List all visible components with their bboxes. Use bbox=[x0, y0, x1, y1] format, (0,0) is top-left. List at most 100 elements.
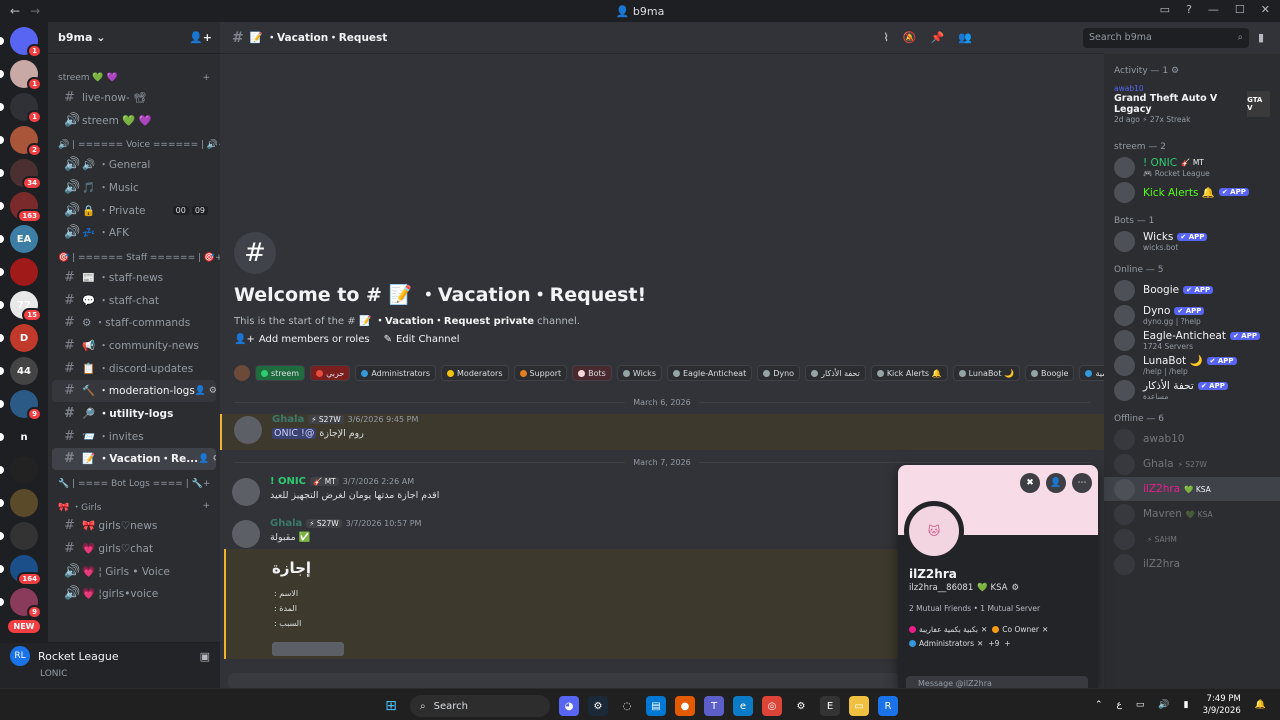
more-options-icon[interactable]: ⋯ bbox=[1072, 473, 1092, 493]
inbox-icon[interactable]: ▭ bbox=[1160, 3, 1170, 16]
threads-icon[interactable]: ⌇ bbox=[884, 31, 889, 44]
channel-item[interactable]: 🔊 🔊 ・General bbox=[52, 153, 216, 176]
role-chip[interactable]: Administrators bbox=[355, 365, 437, 381]
channel-item[interactable]: # 🔎 ・utility-logs bbox=[52, 402, 216, 425]
windows-start-icon[interactable]: ⊞ bbox=[381, 696, 401, 716]
member-item[interactable]: ilZ2hra bbox=[1104, 552, 1280, 576]
role-chip[interactable]: Wicks bbox=[616, 365, 662, 381]
role-chip[interactable]: Boogie bbox=[1024, 365, 1075, 381]
battery-icon[interactable]: ▮ bbox=[1184, 700, 1189, 710]
role-chip[interactable]: Bots bbox=[572, 365, 612, 381]
channel-item[interactable]: # ⚙ ・staff-commands bbox=[52, 312, 216, 335]
channel-item[interactable]: # 🔨 ・moderation-logs 👤 ⚙ bbox=[52, 379, 216, 403]
author-name[interactable]: ! ONIC bbox=[270, 476, 306, 487]
role-chip[interactable]: Dyno bbox=[757, 365, 801, 381]
channel-item[interactable]: 🔊 streem 💚 💜 bbox=[52, 109, 216, 132]
role-chip[interactable]: Kick Alerts 🔔 bbox=[870, 365, 948, 381]
back-arrow-icon[interactable]: ← bbox=[10, 4, 20, 18]
channel-item[interactable]: 🔊 💗 ¦girls•voice bbox=[52, 582, 216, 605]
channel-item[interactable]: # live-now- 📽 bbox=[52, 86, 216, 109]
add-channel-icon[interactable]: + bbox=[202, 501, 210, 511]
user-avatar[interactable] bbox=[234, 416, 262, 444]
channel-category[interactable]: 🔊 | ====== Voice ====== | 🔊+ bbox=[48, 137, 220, 153]
file-explorer-icon[interactable]: ▭ bbox=[849, 696, 869, 716]
member-item[interactable]: ilZ2hra 💚 KSA bbox=[1104, 477, 1280, 501]
role-chip[interactable]: Moderators bbox=[441, 365, 509, 381]
channel-category[interactable]: streem 💚 💜 + bbox=[48, 70, 220, 86]
add-channel-icon[interactable]: + bbox=[202, 73, 210, 83]
message-user-input[interactable]: Message @ilZ2hra bbox=[906, 676, 1088, 688]
network-icon[interactable]: ▭ bbox=[1136, 700, 1145, 710]
close-popout-icon[interactable]: ✖ bbox=[1020, 473, 1040, 493]
member-item[interactable]: Ghala ⚡ S27W bbox=[1104, 452, 1280, 476]
server-icon[interactable]: n bbox=[0, 423, 38, 451]
server-icon[interactable] bbox=[0, 258, 38, 286]
channel-category[interactable]: 🔧 | ==== Bot Logs ==== | 🔧 + bbox=[48, 476, 220, 492]
channel-item[interactable]: # 💬 ・staff-chat bbox=[52, 289, 216, 312]
store-icon[interactable]: ▤ bbox=[646, 696, 666, 716]
teams-icon[interactable]: T bbox=[704, 696, 724, 716]
add-role-icon[interactable]: + bbox=[1004, 639, 1010, 648]
activity-row[interactable]: RL Rocket League ▣ bbox=[0, 643, 220, 669]
channel-item[interactable]: 🔊 💗 ¦ Girls • Voice bbox=[52, 560, 216, 583]
volume-icon[interactable]: 🔊 bbox=[1158, 700, 1169, 710]
server-icon[interactable]: 9 bbox=[0, 588, 42, 619]
screen-share-icon[interactable]: ▣ bbox=[200, 650, 210, 663]
remove-role-icon[interactable]: ✕ bbox=[1042, 625, 1048, 634]
author-name[interactable]: Ghala bbox=[270, 518, 302, 529]
member-avatar[interactable] bbox=[234, 365, 250, 381]
member-item[interactable]: Wicks ✔ APP wicks.bot bbox=[1104, 229, 1280, 253]
help-icon[interactable]: ? bbox=[1186, 3, 1192, 16]
steam-icon[interactable]: ⚙ bbox=[588, 696, 608, 716]
epic-games-icon[interactable]: E bbox=[820, 696, 840, 716]
role-chip[interactable]: حربي bbox=[310, 365, 351, 381]
server-icon[interactable]: 1 bbox=[0, 93, 42, 124]
member-item[interactable]: Kick Alerts 🔔 ✔ APP bbox=[1104, 180, 1280, 204]
profile-role[interactable]: Administrators ✕ bbox=[909, 639, 983, 648]
channel-item[interactable]: # 📋 ・discord-updates bbox=[52, 357, 216, 380]
user-avatar[interactable] bbox=[232, 478, 260, 506]
add-members-button[interactable]: 👤+ Add members or roles bbox=[234, 334, 370, 345]
member-item[interactable]: Eagle-Anticheat ✔ APP 1724 Servers bbox=[1104, 328, 1280, 352]
user-mention[interactable]: @! ONIC bbox=[272, 428, 317, 439]
discord-taskbar-icon[interactable]: ◕ bbox=[559, 696, 579, 716]
server-icon[interactable]: 1 bbox=[0, 27, 42, 58]
message[interactable]: Ghala ⚡ S27W 3/6/2026 9:45 PM روم الإجازة @… bbox=[220, 414, 1104, 450]
member-item[interactable]: ! ONIC 🎸 MT 🎮 Rocket League bbox=[1104, 155, 1280, 179]
server-icon[interactable]: 2 bbox=[0, 126, 42, 157]
minimize-icon[interactable]: — bbox=[1208, 3, 1219, 16]
search-input[interactable]: Search b9ma ⌕ bbox=[1083, 28, 1249, 48]
rocket-league-taskbar-icon[interactable]: R bbox=[878, 696, 898, 716]
server-icon[interactable] bbox=[0, 456, 38, 484]
add-channel-icon[interactable]: + bbox=[203, 479, 211, 489]
channel-item[interactable]: 🔊 🎵 ・Music bbox=[52, 176, 216, 199]
member-item[interactable]: LunaBot 🌙 ✔ APP/help | /help bbox=[1104, 353, 1280, 377]
notification-icon[interactable]: 🔔 bbox=[1255, 700, 1266, 710]
profile-role[interactable]: Co Owner ✕ bbox=[992, 625, 1048, 634]
channel-item[interactable]: # 📰 ・staff-news bbox=[52, 266, 216, 289]
channel-category[interactable]: 🎯 | ====== Staff ====== | 🎯 + bbox=[48, 250, 220, 266]
role-chip[interactable]: تحفة الأذكار bbox=[805, 365, 866, 381]
server-icon[interactable] bbox=[0, 522, 38, 550]
server-icon[interactable] bbox=[0, 489, 38, 517]
member-item[interactable]: ⚡ SAHM bbox=[1104, 527, 1280, 551]
channel-item[interactable]: # 📢 ・community-news bbox=[52, 334, 216, 357]
add-member-icon[interactable]: 👤+ bbox=[189, 31, 212, 44]
taskbar-search[interactable]: ⌕ Search bbox=[410, 695, 550, 717]
remove-role-icon[interactable]: ✕ bbox=[977, 639, 983, 648]
member-item[interactable]: تحفة الأذكار ✔ APP مساعدة bbox=[1104, 378, 1280, 402]
more-roles[interactable]: +9 bbox=[988, 639, 999, 648]
profile-role[interactable]: بكبية بكمية عفاريبة ✕ bbox=[909, 625, 987, 634]
channel-item[interactable]: # 🎀 girls♡news bbox=[52, 514, 216, 537]
forward-arrow-icon[interactable]: → bbox=[30, 4, 40, 18]
clock[interactable]: 7:49 PM 3/9/2026 bbox=[1203, 693, 1241, 717]
channel-item[interactable]: # 💗 girls♡chat bbox=[52, 537, 216, 560]
server-icon[interactable]: D bbox=[0, 324, 38, 352]
maximize-icon[interactable]: ☐ bbox=[1235, 3, 1245, 16]
pin-icon[interactable]: 📌 bbox=[931, 31, 945, 44]
role-chip[interactable]: Support bbox=[513, 365, 568, 381]
channel-category[interactable]: 🎀 ・Girls + bbox=[48, 498, 220, 514]
server-icon[interactable]: 44 bbox=[0, 357, 38, 385]
member-item[interactable]: Dyno ✔ APP dyno.gg | ?help bbox=[1104, 303, 1280, 327]
server-icon[interactable]: 9 bbox=[0, 390, 42, 421]
